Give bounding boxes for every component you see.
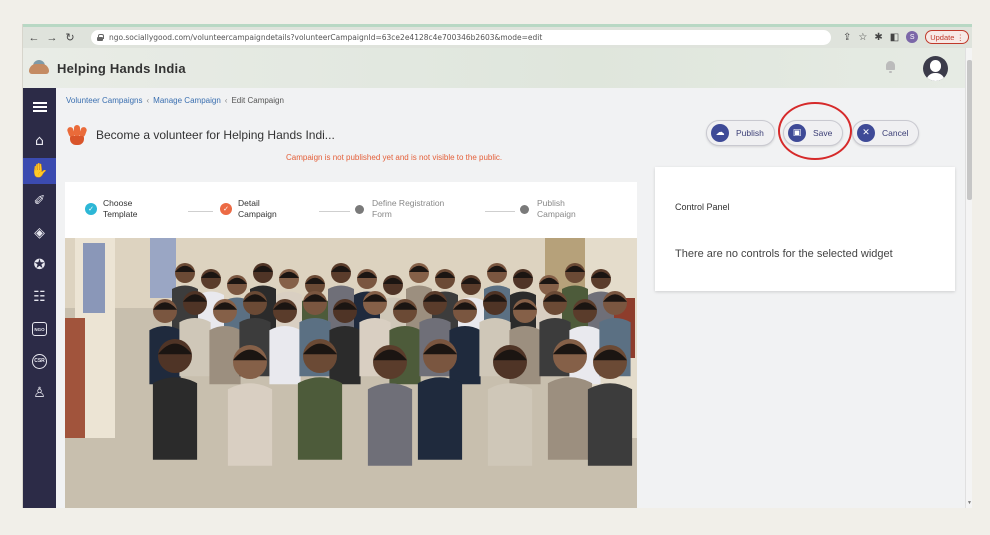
step-label-line2: Campaign bbox=[537, 209, 576, 220]
sidebar-item-awards[interactable]: ✪ bbox=[23, 252, 56, 278]
step-choose-template[interactable]: ✓ Choose Template bbox=[85, 198, 138, 221]
pending-dot-icon bbox=[355, 204, 364, 214]
campaign-icon: ✐ bbox=[33, 193, 46, 209]
sidebar-item-campaigns[interactable]: ✐ bbox=[23, 188, 56, 214]
sidebar-item-volunteer[interactable]: ✋ bbox=[23, 158, 56, 184]
cancel-label: Cancel bbox=[882, 128, 909, 138]
browser-tools: ⇪ ☆ ✱ ◧ S Update ⋮ bbox=[843, 30, 969, 44]
menu-toggle[interactable] bbox=[23, 94, 56, 120]
notification-bell-icon[interactable] bbox=[885, 61, 896, 73]
step-label-line2: Form bbox=[372, 209, 392, 220]
cancel-button[interactable]: ✕ Cancel bbox=[852, 120, 920, 146]
campaign-title: Become a volunteer for Helping Hands Ind… bbox=[96, 128, 335, 142]
campaign-group-photo[interactable] bbox=[65, 238, 637, 508]
volunteer-icon: ✋ bbox=[30, 163, 49, 179]
breadcrumb-separator: ‹ bbox=[224, 96, 228, 105]
campaign-header: Become a volunteer for Helping Hands Ind… bbox=[66, 125, 335, 145]
org-logo[interactable] bbox=[27, 58, 51, 78]
volunteer-hands-icon bbox=[66, 125, 88, 145]
bookmark-star-icon[interactable]: ☆ bbox=[858, 32, 867, 43]
reload-icon[interactable]: ↻ bbox=[63, 31, 77, 45]
menu-icon bbox=[32, 102, 47, 112]
ngo-icon: NGO bbox=[32, 322, 47, 336]
step-label-line1: Define Registration bbox=[372, 198, 445, 208]
step-label-line1: Choose bbox=[103, 198, 133, 208]
browser-window: ← → ↻ ngo.sociallygood.com/volunteercamp… bbox=[22, 24, 972, 508]
list-icon: ☷ bbox=[33, 289, 46, 305]
step-publish-campaign[interactable]: Publish Campaign bbox=[518, 198, 576, 221]
step-define-registration-form[interactable]: Define Registration Form bbox=[353, 198, 444, 221]
target-icon: ◈ bbox=[34, 225, 45, 241]
control-panel-title: Control Panel bbox=[675, 202, 730, 212]
upload-cloud-icon: ☁ bbox=[711, 124, 729, 142]
step-label-line1: Publish bbox=[537, 198, 565, 208]
step-connector bbox=[485, 211, 515, 212]
people-icon: ♙ bbox=[33, 385, 46, 401]
share-icon[interactable]: ⇪ bbox=[843, 32, 851, 43]
step-label-line1: Detail bbox=[238, 198, 260, 208]
scrollbar-thumb[interactable] bbox=[967, 60, 972, 200]
extensions-puzzle-icon[interactable]: ✱ bbox=[874, 32, 882, 43]
publish-status-notice: Campaign is not published yet and is not… bbox=[286, 153, 503, 162]
check-icon: ✓ bbox=[220, 203, 232, 216]
sidebar-item-home[interactable]: ⌂ bbox=[23, 128, 56, 154]
url-text: ngo.sociallygood.com/volunteercampaignde… bbox=[109, 33, 543, 42]
update-button[interactable]: Update ⋮ bbox=[925, 30, 969, 44]
sidebar-item-people[interactable]: ♙ bbox=[23, 380, 56, 406]
breadcrumb-manage-campaign[interactable]: Manage Campaign bbox=[153, 96, 221, 105]
sidebar-item-list[interactable]: ☷ bbox=[23, 284, 56, 310]
update-label: Update bbox=[930, 32, 955, 42]
group-photo-illustration bbox=[65, 238, 637, 508]
csr-icon: CSR bbox=[32, 353, 47, 369]
user-avatar[interactable] bbox=[923, 56, 948, 81]
sidebar-item-ngo[interactable]: NGO bbox=[23, 316, 56, 342]
home-icon: ⌂ bbox=[35, 133, 44, 149]
address-bar[interactable]: ngo.sociallygood.com/volunteercampaignde… bbox=[91, 30, 831, 45]
forward-icon[interactable]: → bbox=[45, 31, 59, 45]
check-icon: ✓ bbox=[85, 203, 97, 216]
breadcrumb-separator: ‹ bbox=[146, 96, 150, 105]
step-connector bbox=[319, 211, 350, 212]
award-icon: ✪ bbox=[33, 257, 46, 273]
lock-icon bbox=[97, 34, 104, 41]
cancel-x-icon: ✕ bbox=[857, 124, 875, 142]
control-panel: Control Panel There are no controls for … bbox=[655, 167, 955, 291]
save-highlight-annotation bbox=[778, 102, 852, 160]
publish-button[interactable]: ☁ Publish bbox=[706, 120, 775, 146]
breadcrumb-volunteer-campaigns[interactable]: Volunteer Campaigns bbox=[66, 96, 143, 105]
step-label-line2: Template bbox=[103, 209, 138, 220]
breadcrumb-edit-campaign: Edit Campaign bbox=[231, 96, 284, 105]
pending-dot-icon bbox=[520, 204, 529, 214]
back-icon[interactable]: ← bbox=[27, 31, 41, 45]
step-connector bbox=[188, 211, 213, 212]
app-title: Helping Hands India bbox=[57, 60, 186, 76]
profile-avatar-icon[interactable]: S bbox=[906, 31, 919, 43]
control-panel-message: There are no controls for the selected w… bbox=[675, 248, 893, 260]
browser-toolbar: ← → ↻ ngo.sociallygood.com/volunteercamp… bbox=[23, 24, 972, 48]
sidepanel-icon[interactable]: ◧ bbox=[890, 32, 899, 43]
sidebar-item-csr[interactable]: CSR bbox=[23, 348, 56, 374]
scroll-down-arrow-icon[interactable]: ▼ bbox=[967, 500, 972, 506]
breadcrumb: Volunteer Campaigns ‹ Manage Campaign ‹ … bbox=[66, 96, 284, 105]
page-scrollbar[interactable]: ▼ bbox=[965, 48, 972, 508]
sidebar: ⌂ ✋ ✐ ◈ ✪ ☷ NGO CSR ♙ bbox=[23, 88, 56, 508]
app-header: Helping Hands India bbox=[23, 48, 966, 88]
step-label-line2: Campaign bbox=[238, 209, 277, 220]
step-detail-campaign[interactable]: ✓ Detail Campaign bbox=[220, 198, 277, 221]
sidebar-item-goals[interactable]: ◈ bbox=[23, 220, 56, 246]
publish-label: Publish bbox=[736, 128, 764, 138]
campaign-stepper: ✓ Choose Template ✓ Detail Campaign Define… bbox=[65, 182, 637, 238]
